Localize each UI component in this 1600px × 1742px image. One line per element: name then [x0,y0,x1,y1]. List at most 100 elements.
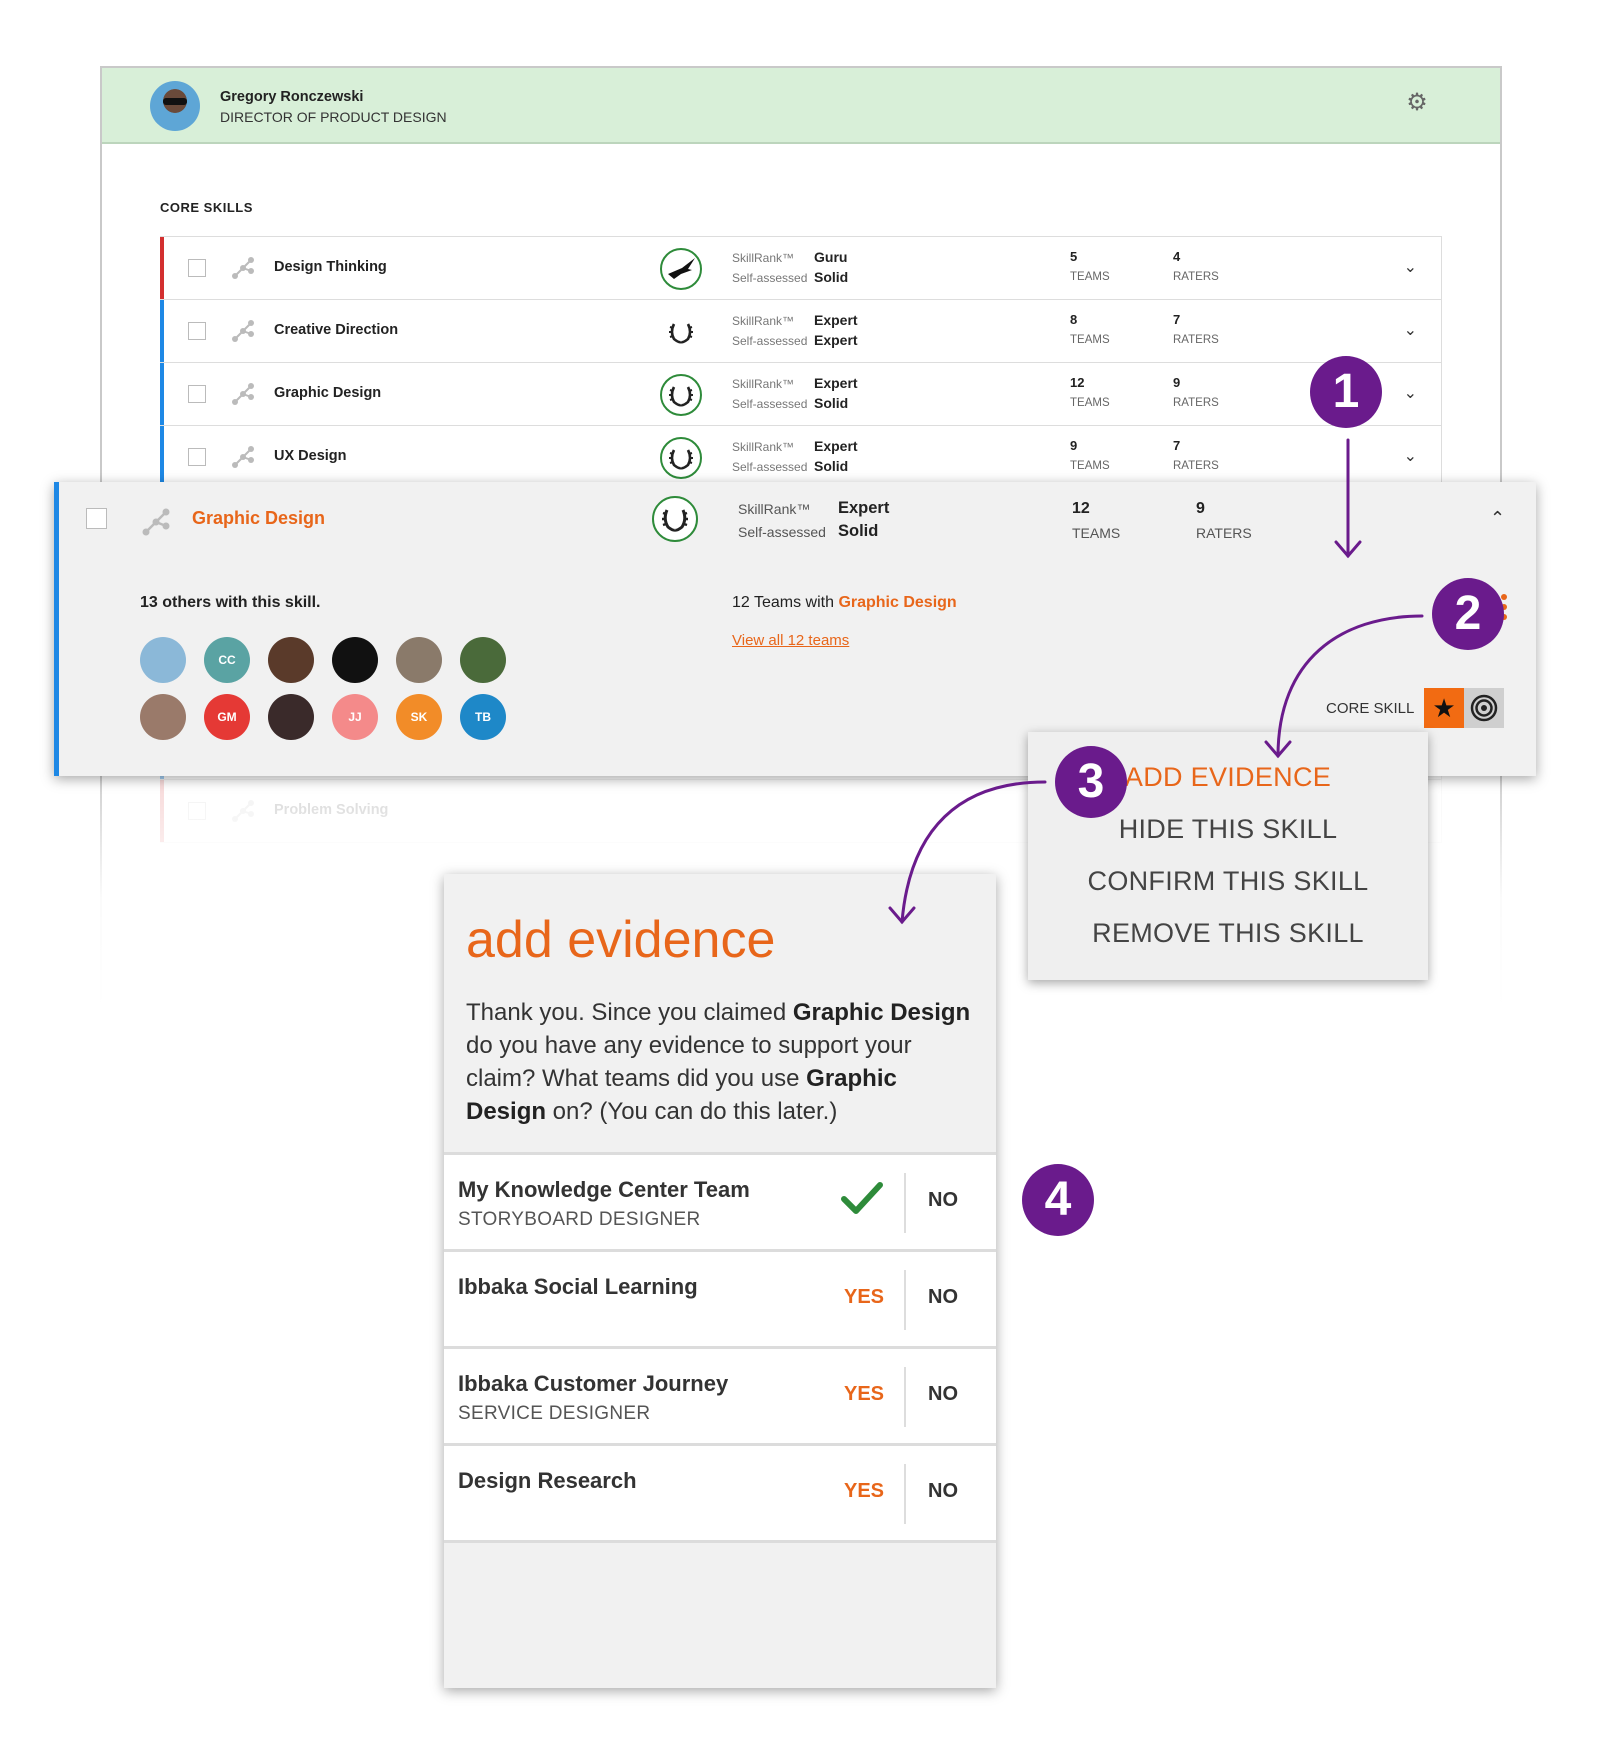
team-role: STORYBOARD DESIGNER [458,1209,701,1230]
teams-prefix: 12 Teams with [732,594,834,611]
chevron-down-icon[interactable]: ⌄ [1404,383,1417,403]
raters-count: 7 [1173,312,1181,327]
profile-header: Gregory Ronczewski DIRECTOR OF PRODUCT D… [102,68,1500,144]
user-avatar[interactable] [150,81,200,131]
skill-row[interactable]: Design Thinking SkillRank™ Self-assessed Gu… [160,237,1442,300]
raters-count: 7 [1173,438,1181,453]
team-name: Ibbaka Social Learning [458,1274,698,1299]
teams-count: 12 [1072,500,1090,517]
section-title: CORE SKILLS [160,200,253,215]
skillrank-label: SkillRank™ [732,377,795,391]
skill-row[interactable]: Graphic Design SkillRank™ Self-assessed Exp… [160,363,1442,426]
checkmark-icon[interactable] [840,1179,884,1219]
target-icon[interactable] [1464,688,1504,728]
star-icon[interactable]: ★ [1424,688,1464,728]
avatar[interactable]: CC [204,637,250,683]
share-icon [230,318,256,344]
avatar[interactable] [140,694,186,740]
add-evidence-dialog: add evidence Thank you. Since you claime… [444,874,996,1688]
divider [904,1367,906,1427]
no-button[interactable]: NO [928,1189,958,1212]
raters-count: 4 [1173,249,1181,264]
skillrank-value: Expert [814,312,858,328]
skill-row[interactable]: Creative Direction SkillRank™ Self-assesse… [160,300,1442,363]
no-button[interactable]: NO [928,1383,958,1406]
skill-checkbox[interactable] [188,322,206,340]
team-list: My Knowledge Center Team STORYBOARD DESIG… [444,1152,996,1543]
skill-name[interactable]: Design Thinking [274,259,387,275]
gear-icon[interactable]: ⚙ [1404,90,1430,116]
chevron-down-icon[interactable]: ⌄ [1404,257,1417,277]
laurel-badge-icon [652,496,698,542]
step-marker-3: 3 [1055,746,1127,818]
share-icon [230,798,256,824]
skill-checkbox[interactable] [86,508,107,529]
team-row: Ibbaka Customer Journey SERVICE DESIGNER Y… [444,1346,996,1443]
raters-label: RATERS [1173,271,1219,283]
team-role: SERVICE DESIGNER [458,1403,651,1424]
skillrank-value: Expert [814,438,858,454]
yes-button[interactable]: YES [844,1480,884,1503]
avatar[interactable]: SK [396,694,442,740]
self-assessed-value: Solid [814,395,849,411]
laurel-badge-icon [660,374,702,416]
skill-color-bar [160,237,164,299]
avatar[interactable] [268,637,314,683]
chevron-down-icon[interactable]: ⌄ [1404,446,1417,466]
share-icon [230,381,256,407]
teams-label: TEAMS [1070,271,1110,283]
skill-row[interactable]: UX Design SkillRank™ Self-assessed Expert So… [160,426,1442,489]
avatar[interactable] [396,637,442,683]
self-assessed-label: Self-assessed [732,334,808,348]
avatar[interactable] [268,694,314,740]
avatar[interactable]: JJ [332,694,378,740]
avatar[interactable] [460,637,506,683]
menu-item-remove-skill[interactable]: REMOVE THIS SKILL [1028,918,1428,949]
self-assessed-label: Self-assessed [738,524,826,540]
avatar[interactable] [140,637,186,683]
laurel-badge-icon [660,437,702,479]
step-marker-2: 2 [1432,578,1504,650]
chevron-up-icon[interactable]: ⌃ [1490,508,1505,529]
skill-checkbox[interactable] [188,385,206,403]
yes-button[interactable]: YES [844,1383,884,1406]
skill-name[interactable]: Problem Solving [274,802,388,818]
message-part: on? (You can do this later.) [546,1098,838,1125]
raters-count: 9 [1196,500,1205,517]
chevron-down-icon[interactable]: ⌄ [1404,320,1417,340]
divider [904,1270,906,1330]
skill-checkbox[interactable] [188,259,206,277]
skill-color-bar [160,363,164,425]
yes-button[interactable]: YES [844,1286,884,1309]
teams-label: TEAMS [1070,397,1110,409]
user-role: DIRECTOR OF PRODUCT DESIGN [220,109,447,125]
message-skill: Graphic Design [792,999,971,1026]
teams-with-skill: 12 Teams with Graphic Design [732,594,957,612]
skillrank-value: Expert [814,375,858,391]
avatar[interactable]: GM [204,694,250,740]
self-assessed-label: Self-assessed [732,460,808,474]
skill-name[interactable]: Graphic Design [192,508,325,529]
avatar[interactable] [332,637,378,683]
skill-color-bar [160,300,164,362]
skill-name[interactable]: Creative Direction [274,322,398,338]
menu-item-confirm-skill[interactable]: CONFIRM THIS SKILL [1028,866,1428,897]
raters-count: 9 [1173,375,1181,390]
menu-item-hide-skill[interactable]: HIDE THIS SKILL [1028,814,1428,845]
avatar[interactable]: TB [460,694,506,740]
no-button[interactable]: NO [928,1480,958,1503]
raters-label: RATERS [1196,525,1252,541]
skill-name[interactable]: UX Design [274,448,347,464]
step-marker-1: 1 [1310,356,1382,428]
skill-name[interactable]: Graphic Design [274,385,381,401]
team-name: Design Research [458,1468,637,1493]
view-all-teams-link[interactable]: View all 12 teams [732,632,849,649]
self-assessed-value: Solid [814,458,849,474]
teams-label: TEAMS [1070,460,1110,472]
skill-checkbox[interactable] [188,448,206,466]
team-row: Ibbaka Social Learning YES NO [444,1249,996,1346]
no-button[interactable]: NO [928,1286,958,1309]
skillrank-value: Expert [838,499,890,517]
core-skill-label: CORE SKILL [1326,700,1415,717]
skill-checkbox[interactable] [188,802,206,820]
